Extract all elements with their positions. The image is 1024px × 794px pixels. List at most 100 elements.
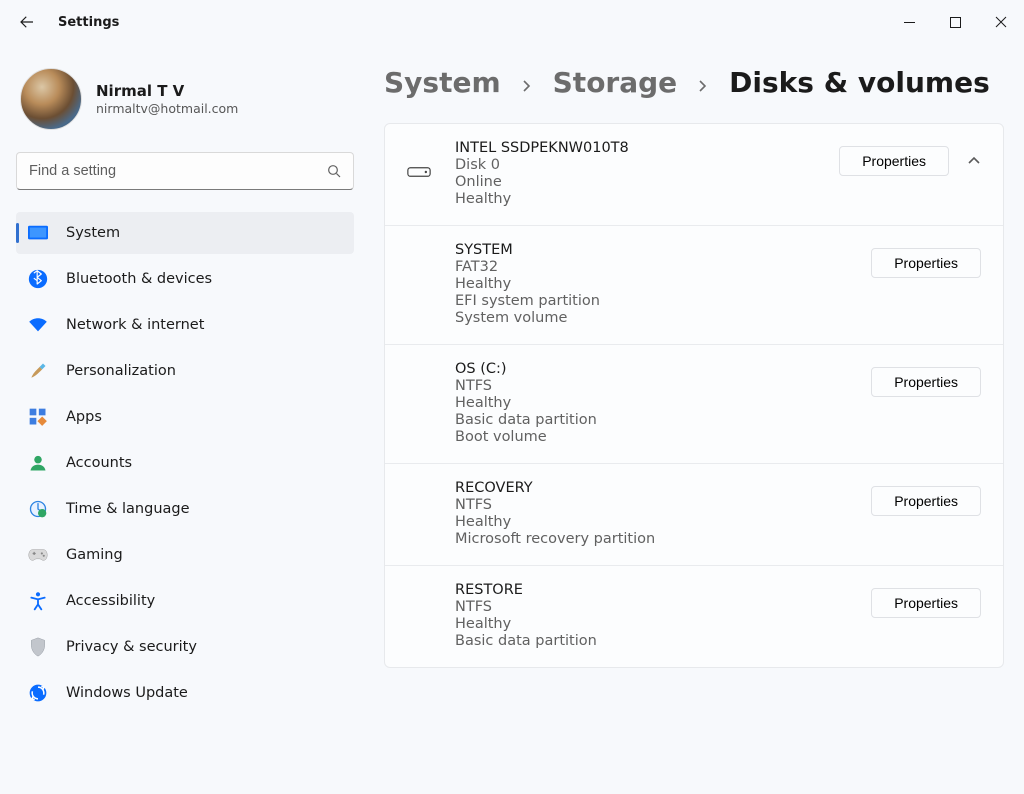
volume-title: OS (C:) — [455, 361, 851, 377]
clock-globe-icon — [28, 499, 48, 519]
system-icon — [28, 223, 48, 243]
volume-line: Healthy — [455, 276, 851, 292]
disk-line: Healthy — [455, 191, 819, 207]
nav-item-label: Accessibility — [66, 593, 155, 609]
disk-line: Disk 0 — [455, 157, 819, 173]
nav-item-label: Windows Update — [66, 685, 188, 701]
close-button[interactable] — [978, 5, 1024, 39]
properties-button[interactable]: Properties — [839, 146, 949, 176]
volume-line: System volume — [455, 310, 851, 326]
volume-entry[interactable]: OS (C:) NTFS Healthy Basic data partitio… — [385, 344, 1003, 463]
nav-item-label: Bluetooth & devices — [66, 271, 212, 287]
volume-title: RESTORE — [455, 582, 851, 598]
disk-title: INTEL SSDPEKNW010T8 — [455, 140, 819, 156]
volume-title: RECOVERY — [455, 480, 851, 496]
volume-actions: Properties — [871, 361, 981, 397]
disk-entry[interactable]: INTEL SSDPEKNW010T8 Disk 0 Online Health… — [385, 124, 1003, 225]
nav-item-windows-update[interactable]: Windows Update — [16, 672, 354, 714]
user-card[interactable]: Nirmal T V nirmaltv@hotmail.com — [16, 60, 354, 148]
volume-entry[interactable]: SYSTEM FAT32 Healthy EFI system partitio… — [385, 225, 1003, 344]
volume-line: EFI system partition — [455, 293, 851, 309]
person-icon — [28, 453, 48, 473]
volume-body: SYSTEM FAT32 Healthy EFI system partitio… — [455, 242, 851, 326]
volume-line: Healthy — [455, 395, 851, 411]
volume-actions: Properties — [871, 582, 981, 618]
nav-item-label: Time & language — [66, 501, 190, 517]
nav-item-time-language[interactable]: Time & language — [16, 488, 354, 530]
drive-icon — [407, 140, 435, 180]
chevron-up-icon[interactable] — [967, 154, 981, 168]
nav-item-accessibility[interactable]: Accessibility — [16, 580, 354, 622]
search-input[interactable] — [16, 152, 354, 190]
user-text: Nirmal T V nirmaltv@hotmail.com — [96, 82, 238, 116]
breadcrumb-current: Disks & volumes — [729, 66, 990, 99]
nav-item-label: Accounts — [66, 455, 132, 471]
volume-title: SYSTEM — [455, 242, 851, 258]
breadcrumb-system[interactable]: System — [384, 66, 501, 99]
nav-item-system[interactable]: System — [16, 212, 354, 254]
properties-button[interactable]: Properties — [871, 486, 981, 516]
volume-entry[interactable]: RECOVERY NTFS Healthy Microsoft recovery… — [385, 463, 1003, 565]
breadcrumb-storage[interactable]: Storage — [553, 66, 678, 99]
nav-item-label: Personalization — [66, 363, 176, 379]
titlebar: Settings — [0, 0, 1024, 44]
avatar — [20, 68, 82, 130]
nav-item-accounts[interactable]: Accounts — [16, 442, 354, 484]
volume-entry[interactable]: RESTORE NTFS Healthy Basic data partitio… — [385, 565, 1003, 667]
nav-item-label: Apps — [66, 409, 102, 425]
disk-actions: Properties — [839, 140, 981, 176]
volume-line: NTFS — [455, 378, 851, 394]
nav-list: System Bluetooth & devices Network & int… — [16, 212, 354, 714]
volume-line: Healthy — [455, 514, 851, 530]
properties-button[interactable]: Properties — [871, 367, 981, 397]
shield-icon — [28, 637, 48, 657]
volume-actions: Properties — [871, 242, 981, 278]
nav-item-bluetooth[interactable]: Bluetooth & devices — [16, 258, 354, 300]
nav-item-label: Network & internet — [66, 317, 204, 333]
disks-card: INTEL SSDPEKNW010T8 Disk 0 Online Health… — [384, 123, 1004, 668]
chevron-right-icon — [521, 80, 533, 92]
nav-item-privacy[interactable]: Privacy & security — [16, 626, 354, 668]
accessibility-icon — [28, 591, 48, 611]
nav-item-network[interactable]: Network & internet — [16, 304, 354, 346]
back-button[interactable] — [16, 11, 38, 33]
properties-button[interactable]: Properties — [871, 248, 981, 278]
volume-line: Basic data partition — [455, 633, 851, 649]
apps-icon — [28, 407, 48, 427]
nav-item-apps[interactable]: Apps — [16, 396, 354, 438]
disk-line: Online — [455, 174, 819, 190]
volume-body: OS (C:) NTFS Healthy Basic data partitio… — [455, 361, 851, 445]
volume-line: NTFS — [455, 599, 851, 615]
volume-body: RESTORE NTFS Healthy Basic data partitio… — [455, 582, 851, 649]
search-icon — [326, 163, 342, 179]
gamepad-icon — [28, 545, 48, 565]
bluetooth-icon — [28, 269, 48, 289]
app-title: Settings — [58, 15, 119, 30]
user-email: nirmaltv@hotmail.com — [96, 101, 238, 116]
volume-body: RECOVERY NTFS Healthy Microsoft recovery… — [455, 480, 851, 547]
nav-item-label: System — [66, 225, 120, 241]
volume-line: NTFS — [455, 497, 851, 513]
nav-item-personalization[interactable]: Personalization — [16, 350, 354, 392]
window-controls — [886, 5, 1024, 39]
minimize-button[interactable] — [886, 5, 932, 39]
nav-item-label: Privacy & security — [66, 639, 197, 655]
sidebar: Nirmal T V nirmaltv@hotmail.com System — [0, 44, 370, 794]
user-name: Nirmal T V — [96, 82, 238, 100]
maximize-button[interactable] — [932, 5, 978, 39]
update-icon — [28, 683, 48, 703]
disk-body: INTEL SSDPEKNW010T8 Disk 0 Online Health… — [455, 140, 819, 207]
main-content: System Storage Disks & volumes INTEL SSD… — [370, 44, 1024, 794]
chevron-right-icon — [697, 80, 709, 92]
search-field-wrap — [16, 152, 354, 190]
breadcrumb: System Storage Disks & volumes — [384, 44, 1004, 123]
nav-item-gaming[interactable]: Gaming — [16, 534, 354, 576]
volume-actions: Properties — [871, 480, 981, 516]
volume-line: FAT32 — [455, 259, 851, 275]
volume-line: Boot volume — [455, 429, 851, 445]
wifi-icon — [28, 315, 48, 335]
volume-line: Microsoft recovery partition — [455, 531, 851, 547]
volume-line: Healthy — [455, 616, 851, 632]
volume-line: Basic data partition — [455, 412, 851, 428]
properties-button[interactable]: Properties — [871, 588, 981, 618]
